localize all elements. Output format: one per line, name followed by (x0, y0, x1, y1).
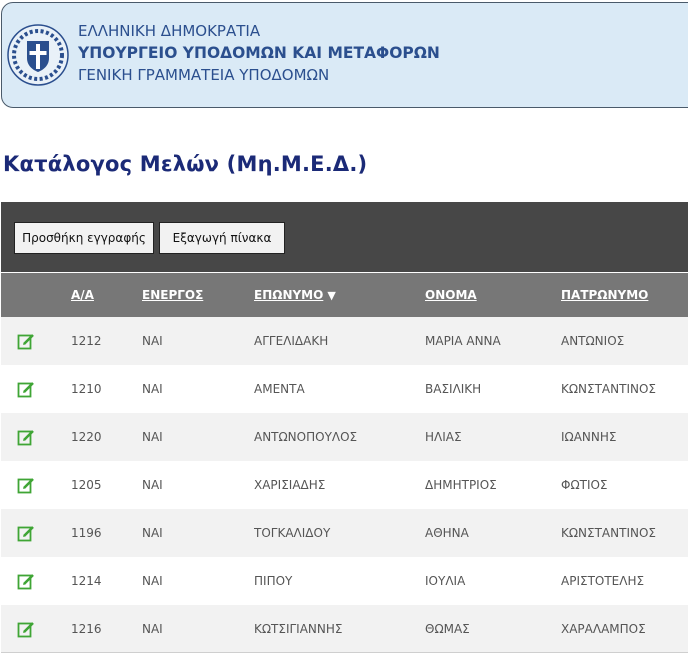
edit-cell (1, 413, 71, 461)
cell-surname: ΤΟΓΚΑΛΙΔΟΥ (254, 526, 331, 540)
column-header-name[interactable]: ΟΝΟΜΑ (425, 273, 561, 317)
cell-surname: ΧΑΡΙΣΙΑΔΗΣ (254, 478, 326, 492)
cell-father: ΚΩΝΣΤΑΝΤΙΝΟΣ (561, 526, 656, 540)
table-toolbar: Προσθήκη εγγραφής Εξαγωγή πίνακα (1, 202, 688, 272)
export-table-button[interactable]: Εξαγωγή πίνακα (159, 222, 285, 254)
header-line-1: ΕΛΛΗΝΙΚΗ ΔΗΜΟΚΡΑΤΙΑ (78, 22, 261, 40)
edit-icon[interactable] (17, 332, 35, 350)
table-row: 1220 ΝΑΙ ΑΝΤΩΝΟΠΟΥΛΟΣ ΗΛΙΑΣ ΙΩΑΝΝΗΣ (1, 413, 688, 461)
table-row: 1212 ΝΑΙ ΑΓΓΕΛΙΔΑΚΗ ΜΑΡΙΑ ΑΝΝΑ ΑΝΤΩΝΙΟΣ (1, 317, 688, 365)
cell-aa: 1212 (71, 334, 102, 348)
column-header-father[interactable]: ΠΑΤΡΩΝΥΜΟ (561, 273, 688, 317)
table-bottom-border (1, 652, 688, 653)
edit-icon[interactable] (17, 476, 35, 494)
ministry-name: ΕΛΛΗΝΙΚΗ ΔΗΜΟΚΡΑΤΙΑ ΥΠΟΥΡΓΕΙΟ ΥΠΟΔΟΜΩΝ Κ… (78, 20, 440, 86)
table-body: 1212 ΝΑΙ ΑΓΓΕΛΙΔΑΚΗ ΜΑΡΙΑ ΑΝΝΑ ΑΝΤΩΝΙΟΣ … (1, 317, 688, 653)
edit-icon[interactable] (17, 428, 35, 446)
cell-aa: 1205 (71, 478, 102, 492)
cell-father: ΙΩΑΝΝΗΣ (561, 430, 617, 444)
cell-active: ΝΑΙ (142, 622, 163, 636)
edit-icon[interactable] (17, 524, 35, 542)
sort-down-triangle-icon: ▼ (327, 289, 336, 302)
table-row: 1216 ΝΑΙ ΚΩΤΣΙΓΙΑΝΝΗΣ ΘΩΜΑΣ ΧΑΡΑΛΑΜΠΟΣ (1, 605, 688, 653)
cell-name: ΗΛΙΑΣ (425, 430, 462, 444)
column-header-name-label[interactable]: ΟΝΟΜΑ (425, 288, 477, 302)
cell-aa: 1220 (71, 430, 102, 444)
cell-aa: 1210 (71, 382, 102, 396)
column-header-aa[interactable]: Α/Α (71, 273, 142, 317)
edit-cell (1, 605, 71, 653)
table-header-row: Α/Α ΕΝΕΡΓΟΣ ΕΠΩΝΥΜΟ ▼ ΟΝΟΜΑ ΠΑΤΡΩΝΥΜΟ (1, 273, 688, 317)
edit-cell (1, 461, 71, 509)
cell-father: ΚΩΝΣΤΑΝΤΙΝΟΣ (561, 382, 656, 396)
cell-surname: ΑΓΓΕΛΙΔΑΚΗ (254, 334, 329, 348)
edit-cell (1, 509, 71, 557)
cell-name: ΜΑΡΙΑ ΑΝΝΑ (425, 334, 501, 348)
cell-surname: ΑΜΕΝΤΑ (254, 382, 305, 396)
cell-name: ΔΗΜΗΤΡΙΟΣ (425, 478, 497, 492)
cell-active: ΝΑΙ (142, 478, 163, 492)
column-header-surname[interactable]: ΕΠΩΝΥΜΟ ▼ (254, 273, 425, 317)
cell-aa: 1214 (71, 574, 102, 588)
cell-aa: 1216 (71, 622, 102, 636)
cell-father: ΧΑΡΑΛΑΜΠΟΣ (561, 622, 646, 636)
cell-active: ΝΑΙ (142, 430, 163, 444)
edit-cell (1, 317, 71, 365)
ministry-header: ΕΛΛΗΝΙΚΗ ΔΗΜΟΚΡΑΤΙΑ ΥΠΟΥΡΓΕΙΟ ΥΠΟΔΟΜΩΝ Κ… (1, 2, 688, 108)
table-row: 1214 ΝΑΙ ΠΙΠΟΥ ΙΟΥΛΙΑ ΑΡΙΣΤΟΤΕΛΗΣ (1, 557, 688, 605)
table-row: 1205 ΝΑΙ ΧΑΡΙΣΙΑΔΗΣ ΔΗΜΗΤΡΙΟΣ ΦΩΤΙΟΣ (1, 461, 688, 509)
column-header-active[interactable]: ΕΝΕΡΓΟΣ (142, 273, 254, 317)
edit-icon[interactable] (17, 620, 35, 638)
column-header-active-label[interactable]: ΕΝΕΡΓΟΣ (142, 288, 203, 302)
cell-aa: 1196 (71, 526, 102, 540)
cell-name: ΑΘΗΝΑ (425, 526, 469, 540)
cell-name: ΙΟΥΛΙΑ (425, 574, 466, 588)
cell-active: ΝΑΙ (142, 382, 163, 396)
cell-active: ΝΑΙ (142, 526, 163, 540)
header-line-3: ΓΕΝΙΚΗ ΓΡΑΜΜΑΤΕΙΑ ΥΠΟΔΟΜΩΝ (78, 66, 330, 84)
cell-father: ΑΡΙΣΤΟΤΕΛΗΣ (561, 574, 645, 588)
members-table: Α/Α ΕΝΕΡΓΟΣ ΕΠΩΝΥΜΟ ▼ ΟΝΟΜΑ ΠΑΤΡΩΝΥΜΟ 121… (1, 273, 688, 653)
cell-name: ΘΩΜΑΣ (425, 622, 470, 636)
table-row: 1210 ΝΑΙ ΑΜΕΝΤΑ ΒΑΣΙΛΙΚΗ ΚΩΝΣΤΑΝΤΙΝΟΣ (1, 365, 688, 413)
cell-active: ΝΑΙ (142, 334, 163, 348)
greek-coat-of-arms-icon (7, 24, 69, 86)
header-line-2: ΥΠΟΥΡΓΕΙΟ ΥΠΟΔΟΜΩΝ ΚΑΙ ΜΕΤΑΦΟΡΩΝ (78, 44, 440, 62)
header-edit-cell (1, 273, 71, 317)
cell-father: ΦΩΤΙΟΣ (561, 478, 608, 492)
edit-icon[interactable] (17, 380, 35, 398)
cell-father: ΑΝΤΩΝΙΟΣ (561, 334, 625, 348)
edit-cell (1, 365, 71, 413)
cell-name: ΒΑΣΙΛΙΚΗ (425, 382, 482, 396)
cell-surname: ΠΙΠΟΥ (254, 574, 293, 588)
edit-cell (1, 557, 71, 605)
cell-active: ΝΑΙ (142, 574, 163, 588)
edit-icon[interactable] (17, 572, 35, 590)
cell-surname: ΑΝΤΩΝΟΠΟΥΛΟΣ (254, 430, 358, 444)
column-header-aa-label[interactable]: Α/Α (71, 288, 94, 302)
add-record-button[interactable]: Προσθήκη εγγραφής (14, 222, 154, 254)
cell-surname: ΚΩΤΣΙΓΙΑΝΝΗΣ (254, 622, 343, 636)
column-header-surname-label[interactable]: ΕΠΩΝΥΜΟ (254, 288, 323, 302)
table-row: 1196 ΝΑΙ ΤΟΓΚΑΛΙΔΟΥ ΑΘΗΝΑ ΚΩΝΣΤΑΝΤΙΝΟΣ (1, 509, 688, 557)
column-header-father-label[interactable]: ΠΑΤΡΩΝΥΜΟ (561, 288, 648, 302)
page-title: Κατάλογος Μελών (Μη.Μ.Ε.Δ.) (3, 152, 368, 176)
